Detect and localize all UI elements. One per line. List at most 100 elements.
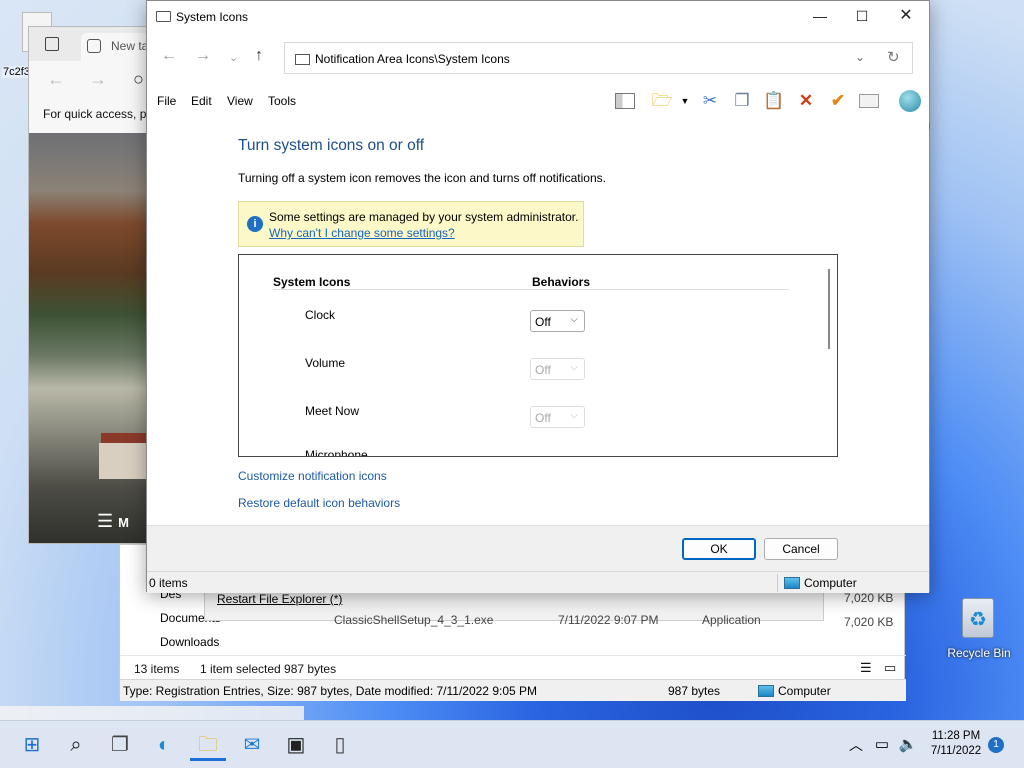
- preview-pane-icon[interactable]: [615, 90, 637, 112]
- recycle-bin-icon: ♻: [962, 598, 994, 638]
- file-name: ClassicShellSetup_4_3_1.exe: [334, 613, 494, 627]
- title-bar: System Icons — ☐ ✕: [147, 1, 929, 33]
- menu-view[interactable]: View: [227, 94, 253, 108]
- file-info-location: Computer: [758, 684, 831, 698]
- row-name-volume: Volume: [305, 356, 346, 370]
- toolbar-dropdown-icon[interactable]: ▼: [679, 90, 691, 112]
- ok-button[interactable]: OK: [682, 538, 756, 560]
- address-dropdown-icon[interactable]: ⌄: [855, 50, 865, 64]
- sidebar-item-downloads[interactable]: Downloads: [160, 635, 219, 649]
- column-behaviors: Behaviors: [532, 275, 591, 289]
- folder-check-icon[interactable]: 🗁: [651, 90, 673, 112]
- refresh-icon[interactable]: ○: [133, 69, 144, 90]
- address-text: Notification Area Icons\System Icons: [315, 52, 510, 66]
- clock-behavior-value: Off: [535, 315, 551, 329]
- row-name-meet-now: Meet Now: [305, 404, 360, 418]
- file-info-size: 987 bytes: [668, 684, 721, 698]
- address-row: ← → ⌄ ↑ Notification Area Icons\System I…: [147, 39, 929, 79]
- system-icons-window: System Icons — ☐ ✕ ← → ⌄ ↑ Notification …: [146, 0, 930, 593]
- notification-badge[interactable]: 1: [988, 737, 1004, 753]
- clock[interactable]: 11:28 PM 7/11/2022: [920, 729, 992, 759]
- recycle-bin[interactable]: ♻ Recycle Bin: [944, 596, 1012, 666]
- explorer-status: 13 items 1 item selected 987 bytes ☰ ▭: [120, 655, 906, 679]
- computer-icon: [758, 685, 774, 697]
- cut-icon[interactable]: ✂: [699, 90, 721, 112]
- header-divider: [273, 289, 789, 290]
- recent-dropdown-icon[interactable]: ⌄: [229, 51, 238, 64]
- page-title: Turn system icons on or off: [238, 137, 425, 154]
- row-name-clock: Clock: [305, 308, 336, 322]
- search-icon[interactable]: ⌕: [58, 729, 94, 761]
- tiles-view-icon[interactable]: ▭: [884, 660, 896, 676]
- admin-info-bar: i Some settings are managed by your syst…: [238, 201, 584, 247]
- cancel-button[interactable]: Cancel: [764, 538, 838, 560]
- edge-icon[interactable]: ◐: [146, 729, 182, 761]
- forward-icon[interactable]: →: [195, 47, 211, 65]
- info-text: Some settings are managed by your system…: [269, 210, 579, 224]
- close-button[interactable]: ✕: [883, 1, 929, 31]
- properties-icon[interactable]: [859, 90, 881, 112]
- hamburger-menu-icon[interactable]: ☰ M: [97, 511, 129, 532]
- clock-date: 7/11/2022: [930, 745, 982, 757]
- paste-icon[interactable]: 📋: [763, 90, 785, 112]
- window-title: System Icons: [176, 10, 249, 24]
- new-tab-icon: [87, 39, 101, 53]
- back-icon[interactable]: ←: [161, 47, 177, 65]
- back-icon[interactable]: ←: [47, 69, 65, 90]
- dialog-button-row: OK Cancel: [147, 525, 929, 571]
- refresh-icon[interactable]: ↻: [887, 48, 900, 66]
- address-icon: [295, 54, 310, 65]
- dialog-status-bar: 0 items Computer: [147, 571, 929, 593]
- mail-icon[interactable]: ✉: [234, 729, 270, 761]
- computer-icon: [784, 577, 800, 589]
- minimize-button[interactable]: —: [797, 1, 843, 31]
- table-scrollbar[interactable]: [828, 269, 830, 349]
- system-icons-table: System Icons Behaviors Clock Off ⌵ Volume…: [238, 254, 838, 457]
- menu-tools[interactable]: Tools: [268, 94, 296, 108]
- tab-actions-icon[interactable]: [45, 37, 59, 51]
- registry-editor-icon[interactable]: ▯: [322, 729, 358, 761]
- restart-explorer-item[interactable]: Restart File Explorer (*): [217, 592, 342, 606]
- check-icon[interactable]: ✔: [827, 90, 849, 112]
- shell-icon[interactable]: [899, 90, 921, 112]
- delete-icon[interactable]: ✕: [795, 90, 817, 112]
- row-name-microphone: Microphone: [305, 448, 368, 457]
- hidden-window-strip: [0, 706, 304, 720]
- chevron-down-icon: ⌵: [570, 362, 578, 373]
- maximize-button[interactable]: ☐: [839, 1, 885, 31]
- taskbar: ⊞ ⌕ ❐ ◐ 🗀 ✉ ▣ ▯ ︿ ▭ 🔈 11:28 PM 7/11/2022…: [0, 720, 1024, 768]
- details-view-icon[interactable]: ☰: [860, 660, 872, 676]
- clock-behavior-select[interactable]: Off ⌵: [530, 310, 585, 332]
- address-bar[interactable]: Notification Area Icons\System Icons ⌄ ↻: [284, 42, 913, 74]
- file-date: 7/11/2022 9:07 PM: [558, 613, 659, 627]
- menu-bar: File Edit View Tools 🗁 ▼ ✂ ❐ 📋 ✕ ✔: [147, 87, 929, 117]
- up-icon[interactable]: ↑: [255, 47, 263, 65]
- file-size: 7,020 KB: [844, 615, 894, 629]
- menu-file[interactable]: File: [157, 94, 176, 108]
- edge-tab-title: New ta: [111, 39, 149, 53]
- status-item-count: 13 items: [134, 662, 180, 676]
- menu-edit[interactable]: Edit: [191, 94, 212, 108]
- chevron-down-icon: ⌵: [570, 314, 578, 325]
- chevron-down-icon: ⌵: [570, 410, 578, 421]
- restore-default-behaviors-link[interactable]: Restore default icon behaviors: [238, 496, 400, 510]
- copy-icon[interactable]: ❐: [731, 90, 753, 112]
- recycle-bin-label: Recycle Bin: [947, 646, 1011, 660]
- customize-notification-icons-link[interactable]: Customize notification icons: [238, 469, 387, 483]
- file-explorer-icon[interactable]: 🗀: [190, 729, 226, 761]
- info-link[interactable]: Why can't I change some settings?: [269, 226, 455, 240]
- clock-time: 11:28 PM: [931, 730, 981, 742]
- meet-now-behavior-select: Off ⌵: [530, 406, 585, 428]
- start-icon[interactable]: ⊞: [14, 729, 50, 761]
- content-pane: Turn system icons on or off Turning off …: [147, 117, 929, 525]
- file-size-above: 7,020 KB: [844, 591, 894, 605]
- house: [99, 443, 149, 479]
- task-view-icon[interactable]: ❐: [102, 729, 138, 761]
- terminal-icon[interactable]: ▣: [278, 729, 314, 761]
- table-row[interactable]: ClassicShellSetup_4_3_1.exe 7/11/2022 9:…: [280, 613, 880, 633]
- volume-behavior-select: Off ⌵: [530, 358, 585, 380]
- page-description: Turning off a system icon removes the ic…: [238, 171, 606, 185]
- forward-icon[interactable]: →: [89, 69, 107, 90]
- status-selection: 1 item selected 987 bytes: [200, 662, 337, 676]
- file-info: Type: Registration Entries, Size: 987 by…: [123, 684, 538, 698]
